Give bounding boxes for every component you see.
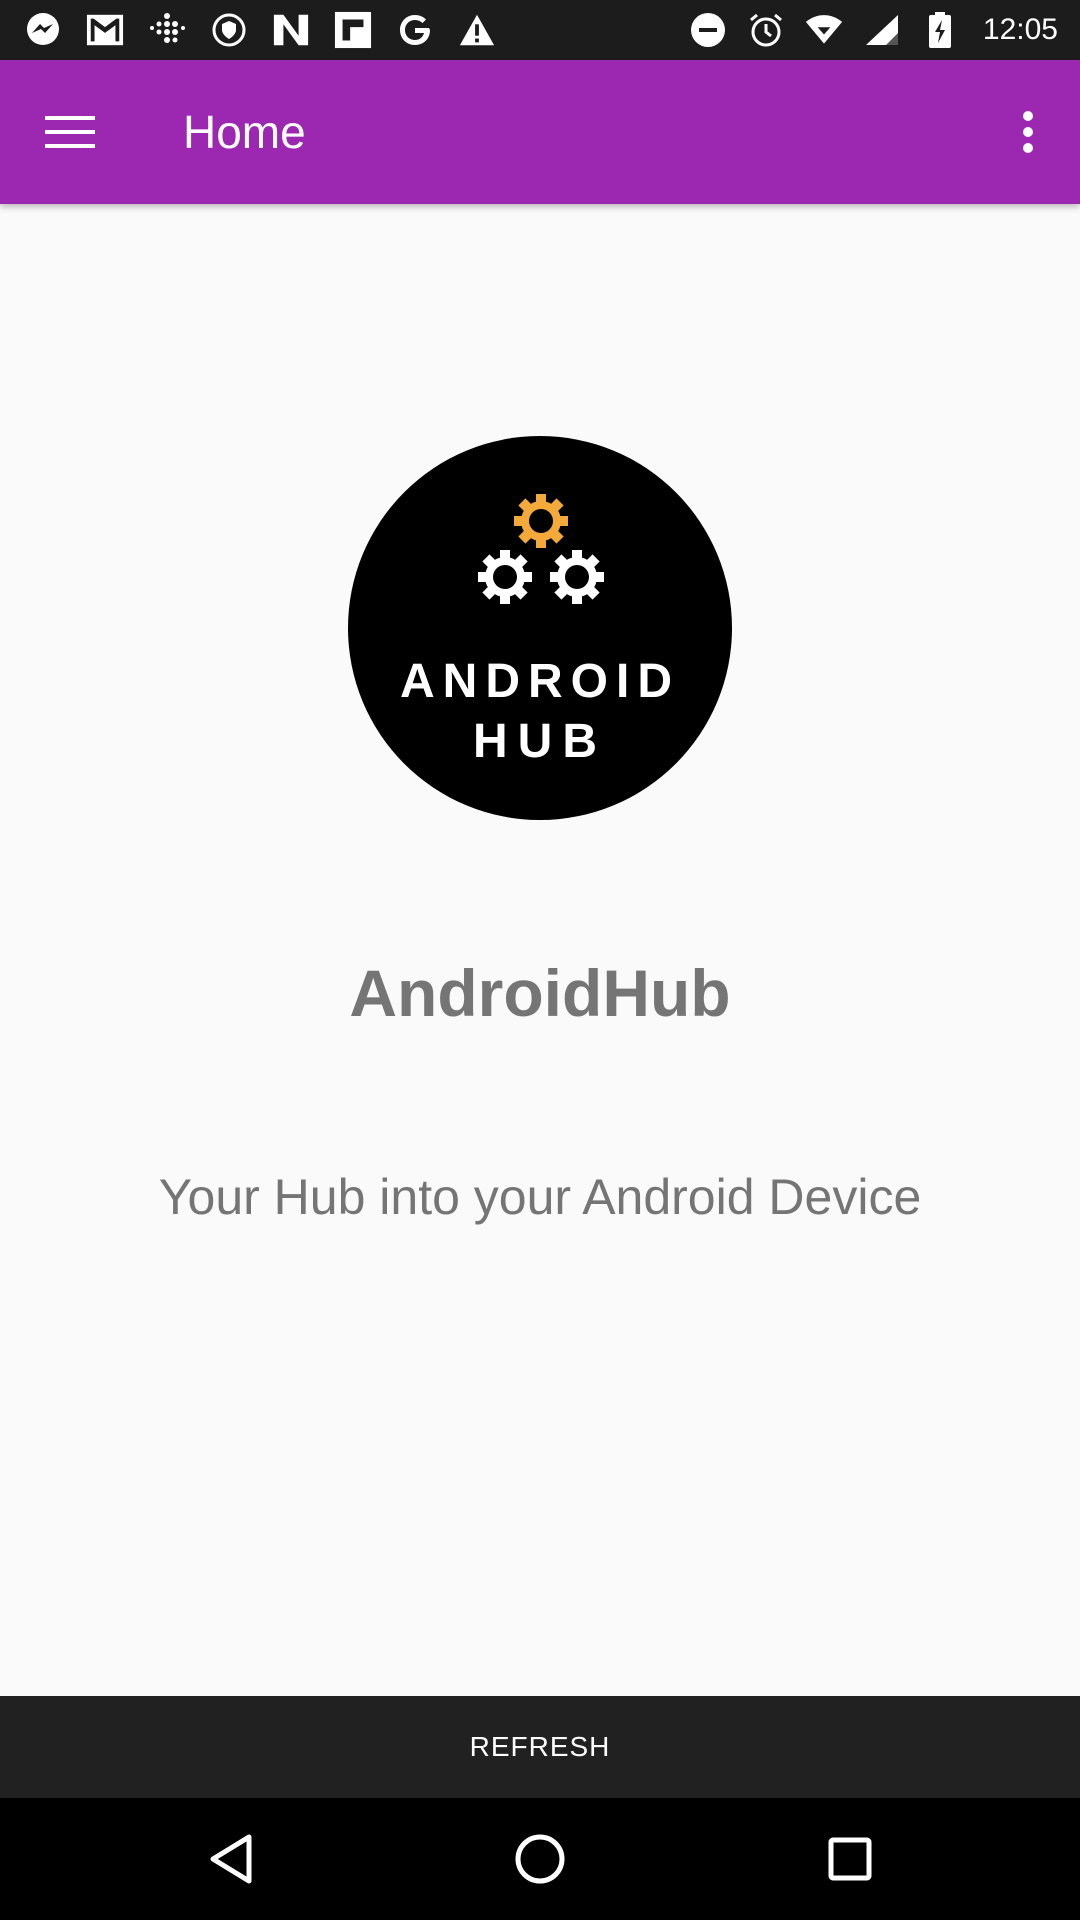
signal-icon [863,11,901,49]
recents-square-icon [828,1837,872,1881]
logo-text-line2: HUB [473,715,607,768]
logo-text-line1: ANDROID [400,655,680,708]
hamburger-menu-icon [45,116,95,148]
gmail-icon [86,11,124,49]
do-not-disturb-icon [689,11,727,49]
status-bar: 12:05 [0,0,1080,60]
flipboard-icon [334,11,372,49]
app-name-heading: AndroidHub [349,956,731,1030]
overflow-menu-button[interactable] [998,102,1058,162]
system-status-icons: 12:05 [689,0,1058,60]
notification-icons [24,0,496,60]
wifi-icon [805,11,843,49]
page-title: Home [183,106,306,158]
app-toolbar: Home [0,60,1080,204]
system-navigation-bar [0,1798,1080,1920]
google-icon [396,11,434,49]
status-time: 12:05 [982,13,1058,46]
refresh-label: REFRESH [469,1731,611,1762]
more-vertical-icon [1023,111,1033,153]
vpn-shield-icon [210,11,248,49]
nav-home-button[interactable] [500,1819,580,1899]
warning-icon [458,11,496,49]
menu-button[interactable] [34,102,106,162]
nav-back-button[interactable] [191,1819,271,1899]
alarm-icon [747,11,785,49]
app-tagline: Your Hub into your Android Device [158,1169,922,1225]
fitbit-icon [148,11,186,49]
messenger-icon [24,11,62,49]
refresh-button[interactable]: REFRESH [0,1696,1080,1798]
nav-recents-button[interactable] [810,1819,890,1899]
battery-icon [921,11,959,49]
back-triangle-icon [210,1834,252,1884]
home-circle-icon [515,1834,565,1884]
news-icon [272,11,310,49]
app-logo: ANDROID HUB [348,436,732,820]
